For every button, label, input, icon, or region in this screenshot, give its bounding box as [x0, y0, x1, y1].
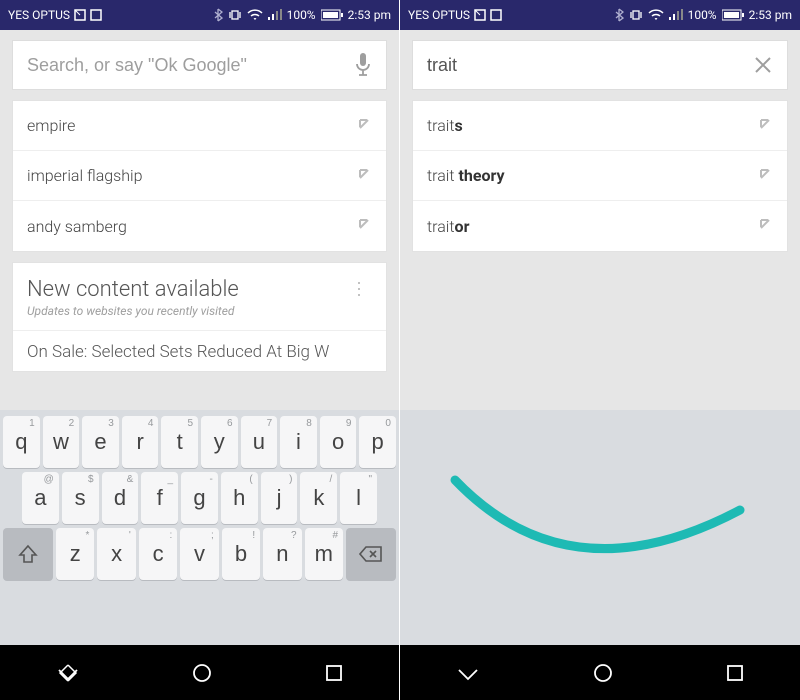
key-q[interactable]: q1: [3, 416, 40, 468]
nav-bar: [0, 645, 399, 700]
suggestion-text: andy samberg: [27, 217, 127, 236]
insert-arrow-icon[interactable]: [356, 116, 372, 136]
screenshot-left: YES OPTUS 100% 2:53 pm: [0, 0, 400, 700]
insert-arrow-icon[interactable]: [356, 166, 372, 186]
key-e[interactable]: e3: [82, 416, 119, 468]
nav-home-icon[interactable]: [592, 662, 614, 684]
suggestion-item[interactable]: traitor: [413, 201, 787, 251]
battery-label: 100%: [688, 8, 717, 22]
bluetooth-icon: [213, 8, 223, 22]
window-icon: [490, 9, 502, 21]
insert-arrow-icon[interactable]: [356, 216, 372, 236]
suggestion-item[interactable]: traits: [413, 101, 787, 151]
suggestion-list: empire imperial flagship andy samberg: [12, 100, 387, 252]
suggestion-item[interactable]: andy samberg: [13, 201, 386, 251]
signal-icon: [268, 9, 282, 21]
key-backspace[interactable]: [346, 528, 396, 580]
nav-bar: [400, 645, 800, 700]
search-box[interactable]: [412, 40, 788, 90]
search-input[interactable]: [27, 55, 354, 76]
battery-icon: [321, 9, 343, 21]
key-k[interactable]: k/: [300, 472, 337, 524]
battery-label: 100%: [287, 8, 316, 22]
suggestion-item[interactable]: imperial flagship: [13, 151, 386, 201]
battery-icon: [722, 9, 744, 21]
suggestion-item[interactable]: empire: [13, 101, 386, 151]
suggestion-text: trait theory: [427, 166, 505, 185]
suggestion-text: traitor: [427, 217, 469, 236]
wifi-icon: [247, 9, 263, 21]
key-l[interactable]: l": [340, 472, 377, 524]
key-d[interactable]: d&: [102, 472, 139, 524]
mic-icon[interactable]: [354, 52, 372, 78]
clock-label: 2:53 pm: [749, 8, 792, 22]
screenshot-right: YES OPTUS 100% 2:53 pm: [400, 0, 800, 700]
keyboard-row: q1w2e3r4t5y6u7i8o9p0: [3, 416, 396, 468]
content-card[interactable]: New content available Updates to website…: [12, 262, 387, 372]
key-s[interactable]: s$: [62, 472, 99, 524]
carrier-label: YES OPTUS: [408, 8, 470, 22]
nav-recent-icon[interactable]: [725, 663, 745, 683]
key-h[interactable]: h(: [221, 472, 258, 524]
window-icon: [90, 9, 102, 21]
card-subtitle: Updates to websites you recently visited: [27, 304, 239, 318]
insert-arrow-icon[interactable]: [757, 216, 773, 236]
vibrate-icon: [629, 9, 643, 21]
key-o[interactable]: o9: [320, 416, 357, 468]
key-t[interactable]: t5: [161, 416, 198, 468]
search-box[interactable]: [12, 40, 387, 90]
key-j[interactable]: j): [261, 472, 298, 524]
signal-icon: [669, 9, 683, 21]
carrier-label: YES OPTUS: [8, 8, 70, 22]
status-bar: YES OPTUS 100% 2:53 pm: [400, 0, 800, 30]
suggestion-text: traits: [427, 116, 463, 135]
key-c[interactable]: c:: [139, 528, 177, 580]
status-bar: YES OPTUS 100% 2:53 pm: [0, 0, 399, 30]
suggestion-text: imperial flagship: [27, 166, 143, 185]
bluetooth-icon: [614, 8, 624, 22]
sim-icon: [74, 9, 86, 21]
nav-back-icon[interactable]: [455, 660, 481, 686]
key-g[interactable]: g-: [181, 472, 218, 524]
suggestion-list: traits trait theory traitor: [412, 100, 788, 252]
key-m[interactable]: m#: [305, 528, 343, 580]
insert-arrow-icon[interactable]: [757, 116, 773, 136]
key-p[interactable]: p0: [359, 416, 396, 468]
vibrate-icon: [228, 9, 242, 21]
card-body: On Sale: Selected Sets Reduced At Big W: [27, 341, 372, 363]
insert-arrow-icon[interactable]: [757, 166, 773, 186]
keyboard-row: z*x'c:v;b!n?m#: [3, 528, 396, 580]
suggestion-item[interactable]: trait theory: [413, 151, 787, 201]
key-r[interactable]: r4: [122, 416, 159, 468]
key-w[interactable]: w2: [43, 416, 80, 468]
suggestion-text: empire: [27, 116, 75, 135]
card-title: New content available: [27, 277, 239, 302]
key-b[interactable]: b!: [222, 528, 260, 580]
key-n[interactable]: n?: [263, 528, 301, 580]
swipe-trail-icon: [400, 410, 800, 645]
key-x[interactable]: x': [97, 528, 135, 580]
clock-label: 2:53 pm: [348, 8, 391, 22]
nav-recent-icon[interactable]: [324, 663, 344, 683]
search-input[interactable]: [427, 55, 753, 76]
sim-icon: [474, 9, 486, 21]
key-f[interactable]: f_: [141, 472, 178, 524]
overflow-icon[interactable]: ⋯: [345, 276, 371, 304]
nav-back-icon[interactable]: [55, 660, 81, 686]
key-v[interactable]: v;: [180, 528, 218, 580]
key-u[interactable]: u7: [241, 416, 278, 468]
key-a[interactable]: a@: [22, 472, 59, 524]
nav-home-icon[interactable]: [191, 662, 213, 684]
wifi-icon: [648, 9, 664, 21]
key-shift[interactable]: [3, 528, 53, 580]
keyboard: q1w2e3r4t5y6u7i8o9p0a@s$d&f_g-h(j)k/l"z*…: [0, 410, 399, 645]
clear-icon[interactable]: [753, 55, 773, 75]
keyboard: [400, 410, 800, 645]
key-i[interactable]: i8: [280, 416, 317, 468]
keyboard-row: a@s$d&f_g-h(j)k/l": [3, 472, 396, 524]
key-z[interactable]: z*: [56, 528, 94, 580]
key-y[interactable]: y6: [201, 416, 238, 468]
